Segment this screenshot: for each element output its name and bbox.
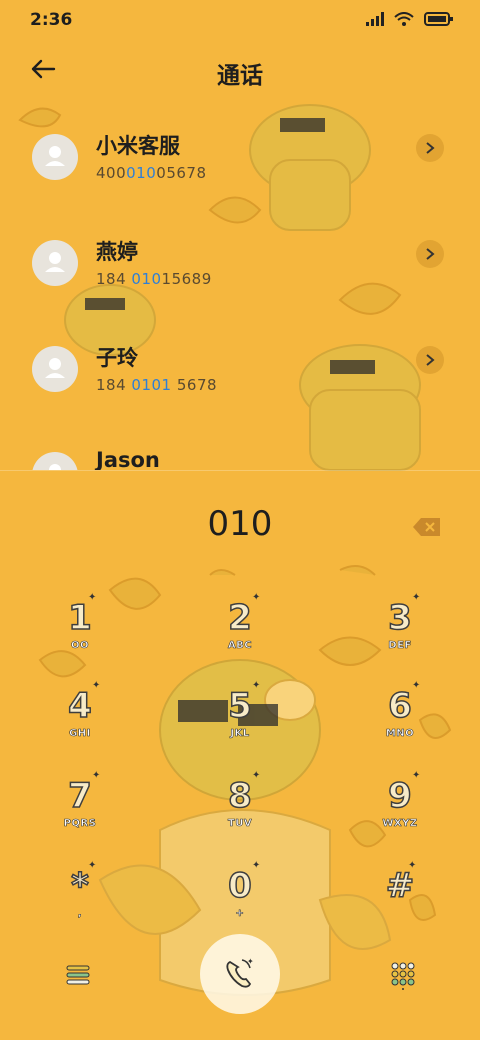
- status-icons: [366, 12, 454, 26]
- dialpad-toggle-button[interactable]: [391, 962, 415, 990]
- signal-icon: [366, 12, 384, 26]
- contact-name: Jason: [96, 448, 160, 470]
- contact-name: 小米客服: [96, 134, 180, 158]
- key-3[interactable]: ✦ 3 DEF: [350, 592, 450, 668]
- backspace-button[interactable]: [412, 516, 442, 538]
- chevron-right-icon: [426, 354, 435, 366]
- key-7[interactable]: ✦ 7 PQRS: [30, 770, 130, 846]
- wifi-icon: [394, 12, 414, 26]
- chevron-right-icon: [426, 142, 435, 154]
- backspace-icon: [413, 518, 440, 536]
- status-bar: 2:36: [0, 0, 480, 40]
- key-4[interactable]: ✦ 4 GHI: [30, 680, 130, 756]
- avatar: [32, 240, 78, 286]
- chevron-right-icon: [426, 248, 435, 260]
- key-8[interactable]: ✦ 8 TUV: [190, 770, 290, 846]
- key-9[interactable]: ✦ 9 WXYZ: [350, 770, 450, 846]
- status-time: 2:36: [30, 10, 73, 30]
- person-icon: [45, 252, 65, 272]
- key-5[interactable]: ✦ 5 JKL: [190, 680, 290, 756]
- contact-number: 40001005678: [96, 164, 207, 182]
- dialpad-icon: [391, 962, 415, 990]
- avatar: [32, 134, 78, 180]
- person-icon: [45, 358, 65, 378]
- svg-text:✦: ✦: [247, 957, 254, 966]
- person-icon: [45, 146, 65, 166]
- contact-row[interactable]: Jason: [0, 442, 480, 470]
- contact-detail-button[interactable]: [416, 346, 444, 374]
- key-6[interactable]: ✦ 6 MNO: [350, 680, 450, 756]
- contact-detail-button[interactable]: [416, 134, 444, 162]
- key-hash[interactable]: ✦ #: [350, 860, 450, 936]
- avatar: [32, 452, 78, 470]
- call-button[interactable]: ✦: [200, 934, 280, 1014]
- phone-call-icon: ✦: [226, 957, 254, 988]
- menu-button[interactable]: [66, 964, 90, 988]
- menu-icon: [66, 965, 90, 985]
- contact-row[interactable]: 子玲 184 0101 5678: [0, 336, 480, 432]
- dialed-number: 010: [207, 504, 273, 544]
- contact-detail-button[interactable]: [416, 240, 444, 268]
- divider: [0, 470, 480, 471]
- contact-name: 燕婷: [96, 240, 138, 264]
- avatar: [32, 346, 78, 392]
- key-2[interactable]: ✦ 2 ABC: [190, 592, 290, 668]
- page-title: 通话: [217, 63, 263, 89]
- contact-number: 184 0101 5678: [96, 376, 218, 394]
- key-1[interactable]: ✦ 1 OO: [30, 592, 130, 668]
- contact-number: 184 01015689: [96, 270, 212, 288]
- key-star[interactable]: ✦ *,: [30, 860, 130, 936]
- app-bar: 通话: [0, 48, 480, 94]
- contact-row[interactable]: 燕婷 184 01015689: [0, 230, 480, 326]
- battery-icon: [424, 12, 453, 26]
- contact-list: 小米客服 40001005678 燕婷 184 01015689 子玲 184 …: [0, 104, 480, 470]
- person-icon: [49, 464, 61, 470]
- contact-name: 子玲: [96, 346, 138, 370]
- key-0[interactable]: ✦ 0 +: [190, 860, 290, 936]
- contact-row[interactable]: 小米客服 40001005678: [0, 124, 480, 220]
